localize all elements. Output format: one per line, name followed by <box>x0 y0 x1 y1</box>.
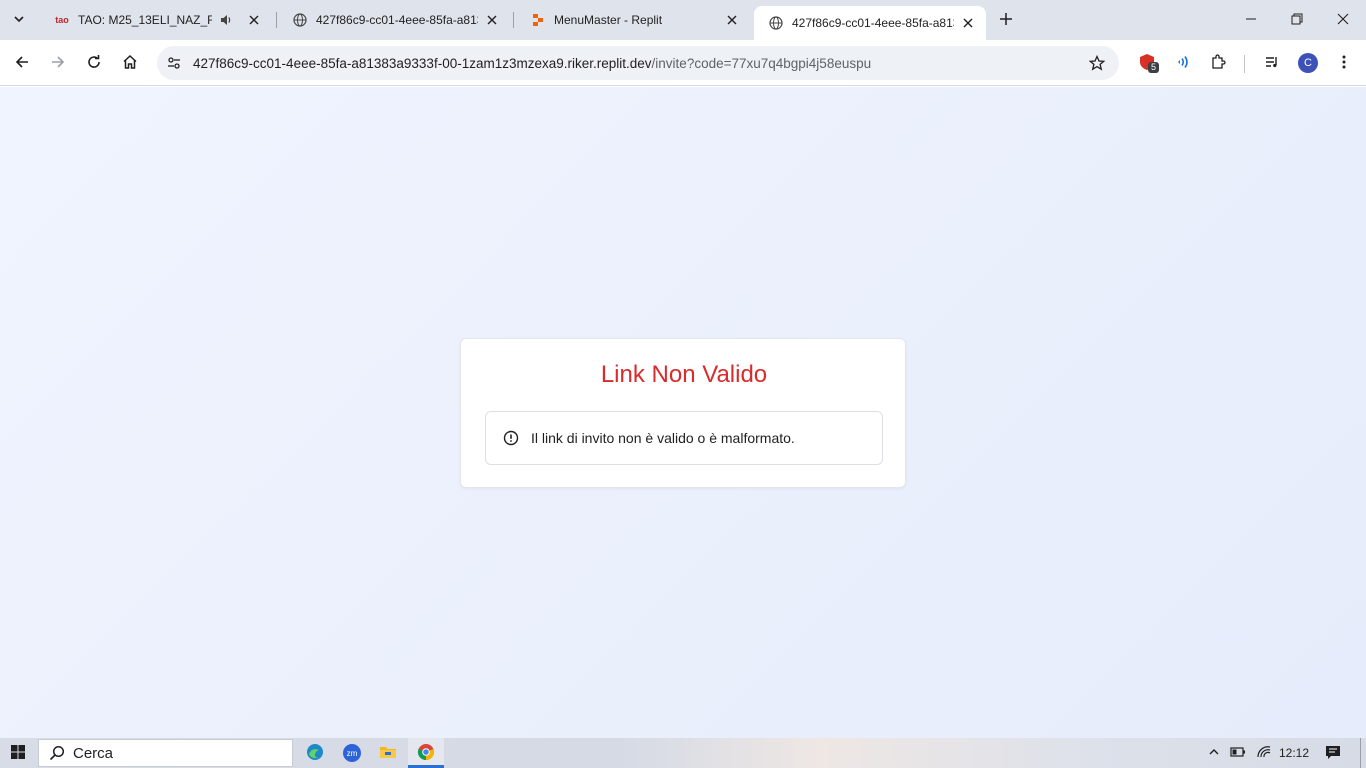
home-button[interactable] <box>116 49 144 77</box>
error-alert: Il link di invito non è valido o è malfo… <box>485 411 883 465</box>
battery-button[interactable] <box>1228 738 1248 768</box>
close-icon[interactable] <box>484 12 500 28</box>
extensions-button[interactable] <box>1204 49 1232 77</box>
minimize-icon <box>1245 13 1257 28</box>
plus-icon <box>999 12 1013 29</box>
new-tab-button[interactable] <box>994 8 1018 32</box>
speaker-icon[interactable] <box>218 12 234 28</box>
taskbar-clock[interactable]: 12:12 <box>1272 738 1316 768</box>
extension-audio-button[interactable] <box>1168 49 1196 77</box>
minimize-button[interactable] <box>1228 0 1274 40</box>
chevron-up-icon <box>1208 746 1220 761</box>
kebab-menu-icon <box>1342 54 1346 73</box>
sound-waves-icon <box>1174 54 1190 73</box>
folder-icon <box>379 744 397 763</box>
taskbar-zoom[interactable]: zm <box>337 738 367 768</box>
tab-invite-1[interactable]: 427f86c9-cc01-4eee-85fa-a813 <box>278 0 510 40</box>
search-placeholder: Cerca <box>73 744 114 762</box>
arrow-right-icon <box>50 54 66 73</box>
taskbar-search[interactable]: Cerca <box>38 739 293 767</box>
tab-search-button[interactable] <box>6 7 32 33</box>
tab-menumaster[interactable]: MenuMaster - Replit <box>516 0 750 40</box>
extension-shield-button[interactable]: 5 <box>1134 49 1162 77</box>
address-url: 427f86c9-cc01-4eee-85fa-a81383a9333f-00-… <box>193 56 871 71</box>
close-icon[interactable] <box>724 12 740 28</box>
tab-tao[interactable]: tao TAO: M25_13ELI_NAZ_F1 <box>40 0 272 40</box>
address-bar[interactable]: 427f86c9-cc01-4eee-85fa-a81383a9333f-00-… <box>157 46 1119 80</box>
reload-button[interactable] <box>80 49 108 77</box>
tab-title: TAO: M25_13ELI_NAZ_F1 <box>78 13 212 27</box>
site-settings-icon[interactable] <box>159 48 189 78</box>
error-card: Link Non Valido Il link di invito non è … <box>460 338 906 488</box>
close-window-button[interactable] <box>1320 0 1366 40</box>
toolbar-divider <box>1244 55 1245 73</box>
restore-icon <box>1291 13 1303 28</box>
tab-strip: tao TAO: M25_13ELI_NAZ_F1 427f86c9-cc01-… <box>0 0 1366 40</box>
tab-title: 427f86c9-cc01-4eee-85fa-a813 <box>316 13 478 27</box>
zoom-app-icon: zm <box>343 744 361 762</box>
taskbar-edge[interactable] <box>300 738 330 768</box>
forward-button[interactable] <box>44 49 72 77</box>
show-desktop-divider[interactable] <box>1360 738 1361 768</box>
tab-separator <box>513 12 514 28</box>
page-content: Link Non Valido Il link di invito non è … <box>0 87 1366 738</box>
shield-extension-icon: 5 <box>1138 53 1160 73</box>
profile-button[interactable]: C <box>1294 49 1322 77</box>
browser-toolbar: 427f86c9-cc01-4eee-85fa-a81383a9333f-00-… <box>0 40 1366 86</box>
extension-badge: 5 <box>1148 62 1160 73</box>
start-button[interactable] <box>0 738 36 768</box>
puzzle-icon <box>1210 53 1226 73</box>
windows-logo-icon <box>10 744 26 763</box>
tao-logo-icon: tao <box>55 15 69 25</box>
tab-invite-active[interactable]: 427f86c9-cc01-4eee-85fa-a813 <box>754 6 986 40</box>
menu-button[interactable] <box>1330 49 1358 77</box>
globe-icon <box>768 15 784 31</box>
show-hidden-icons-button[interactable] <box>1204 738 1224 768</box>
arrow-left-icon <box>14 54 30 73</box>
notifications-button[interactable] <box>1318 738 1348 768</box>
tab-title: MenuMaster - Replit <box>554 13 663 27</box>
media-control-button[interactable] <box>1258 49 1286 77</box>
battery-icon <box>1230 746 1246 761</box>
tab-title: 427f86c9-cc01-4eee-85fa-a813 <box>792 16 954 30</box>
globe-icon <box>292 12 308 28</box>
home-icon <box>122 54 138 73</box>
close-icon <box>1337 13 1349 28</box>
chrome-icon <box>417 743 435 764</box>
taskbar-chrome[interactable] <box>408 738 444 768</box>
chevron-down-icon <box>13 13 25 28</box>
close-icon[interactable] <box>960 15 976 31</box>
taskbar-file-explorer[interactable] <box>373 738 403 768</box>
edge-icon <box>306 743 324 764</box>
url-host: 427f86c9-cc01-4eee-85fa-a81383a9333f-00-… <box>193 55 652 71</box>
search-icon <box>49 745 65 761</box>
bookmark-star-icon[interactable] <box>1087 53 1107 73</box>
taskbar: Cerca zm <box>0 738 1366 768</box>
close-icon[interactable] <box>246 12 262 28</box>
page-title: Link Non Valido <box>600 361 768 388</box>
wifi-icon <box>1256 745 1272 762</box>
alert-circle-icon <box>502 429 520 447</box>
tab-separator <box>276 12 277 28</box>
reload-icon <box>86 54 102 73</box>
replit-logo-icon <box>530 12 546 28</box>
restore-button[interactable] <box>1274 0 1320 40</box>
url-path: /invite?code=77xu7q4bgpi4j58euspu <box>651 55 872 71</box>
avatar: C <box>1298 53 1318 73</box>
back-button[interactable] <box>8 49 36 77</box>
error-message: Il link di invito non è valido o è malfo… <box>531 430 795 446</box>
network-button[interactable] <box>1254 738 1274 768</box>
media-queue-icon <box>1264 54 1280 73</box>
notification-icon <box>1325 744 1341 763</box>
